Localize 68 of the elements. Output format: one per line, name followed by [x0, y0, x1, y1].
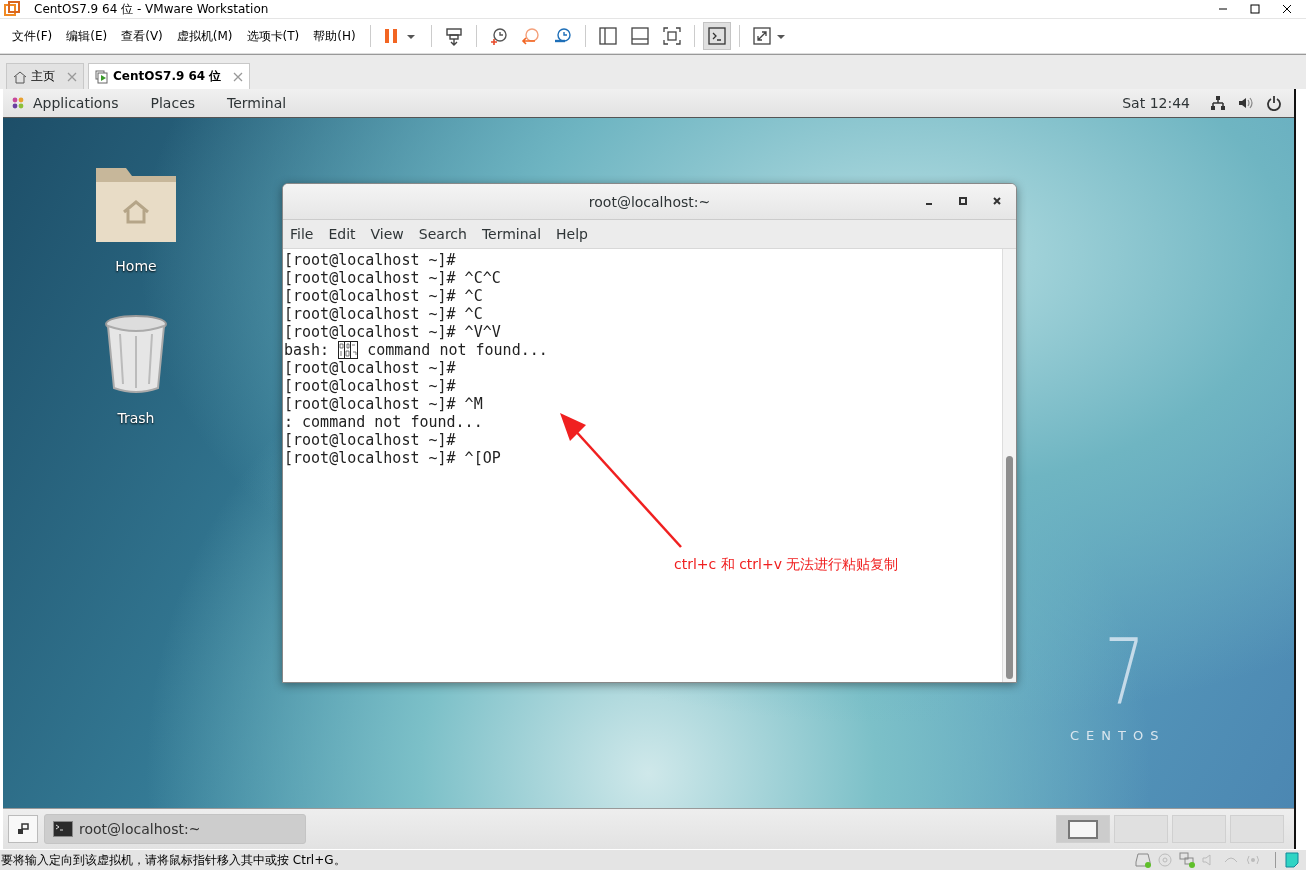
menu-item[interactable]: 虚拟机(M) — [170, 27, 239, 45]
taskbar-window-button[interactable]: root@localhost:~ — [44, 814, 306, 844]
fit-screen-icon — [661, 26, 682, 46]
status-message: 要将输入定向到该虚拟机，请将鼠标指针移入其中或按 Ctrl+G。 — [0, 851, 346, 869]
terminal-menu-item[interactable]: Edit — [328, 226, 356, 242]
terminal-title: root@localhost:~ — [588, 193, 711, 210]
annotation-text: ctrl+c 和 ctrl+v 无法进行粘贴复制 — [674, 556, 899, 574]
terminal-menu-item[interactable]: Help — [556, 226, 588, 242]
terminal-line: [root@localhost ~]# — [284, 359, 457, 377]
tab[interactable]: 主页 — [6, 63, 84, 89]
power-icon[interactable] — [1266, 95, 1282, 111]
show-desktop-button[interactable] — [8, 815, 38, 843]
keyboard-send-icon — [443, 26, 464, 46]
terminal-menu-item[interactable]: Terminal — [481, 226, 542, 242]
panel-menu[interactable]: Places — [150, 95, 196, 111]
clock-plus-icon — [488, 26, 509, 46]
terminal-menu-item[interactable]: Search — [418, 226, 467, 242]
applications-icon — [11, 96, 25, 110]
terminal-line: : command not found... — [284, 413, 484, 431]
terminal-line: [root@localhost ~]# ^C — [284, 287, 484, 305]
terminal-text: command not found... — [367, 341, 548, 359]
window-title: CentOS7.9 64 位 - VMware Workstation — [34, 0, 270, 18]
desktop-icon-label[interactable]: Home — [115, 258, 157, 274]
note-icon[interactable] — [1284, 852, 1300, 868]
menu-item[interactable]: 查看(V) — [115, 27, 169, 45]
terminal-line: [root@localhost ~]# — [284, 377, 457, 395]
unknown-glyph-icon — [338, 341, 359, 359]
terminal-line: [root@localhost ~]# — [284, 251, 457, 269]
menu-item[interactable]: 文件(F) — [6, 27, 59, 45]
close-icon[interactable] — [992, 196, 1002, 206]
terminal-line: [root@localhost ~]# ^V^V — [284, 323, 502, 341]
virtual-machine-icon — [95, 69, 109, 84]
clock-arrow-icon — [520, 26, 541, 46]
terminal-icon — [53, 821, 73, 837]
home-icon — [13, 69, 27, 84]
menu-item[interactable]: 编辑(E) — [60, 27, 114, 45]
menu-item[interactable]: 选项卡(T) — [240, 27, 306, 45]
clock[interactable]: Sat 12:44 — [1122, 95, 1190, 111]
desktop-icon-label[interactable]: Trash — [117, 410, 155, 426]
terminal-text: bash: — [284, 341, 330, 359]
network-icon[interactable] — [1210, 95, 1226, 111]
windows-icon — [16, 822, 30, 836]
panel-menu[interactable]: Applications — [33, 95, 119, 111]
console-button[interactable] — [702, 22, 731, 50]
terminal-line: [root@localhost ~]# ^M — [284, 395, 484, 413]
vmware-logo-icon — [4, 1, 20, 17]
scrollbar[interactable] — [1002, 249, 1016, 682]
terminal-line: [root@localhost ~]# ^C — [284, 305, 484, 323]
fullscreen-icon — [751, 26, 788, 46]
logo-number: 7 — [1104, 628, 1145, 718]
logo-name: CENTOS — [1070, 728, 1166, 743]
maximize-icon[interactable] — [1250, 4, 1260, 14]
workspace-button[interactable] — [1056, 815, 1110, 843]
terminal-menu-item[interactable]: View — [370, 226, 404, 242]
terminal-line: [root@localhost ~]# ^C^C — [284, 269, 502, 287]
terminal-line: [root@localhost ~]# — [284, 431, 457, 449]
sidebar-layout-icon — [597, 26, 618, 46]
console-icon — [706, 26, 727, 46]
volume-icon[interactable] — [1238, 95, 1254, 111]
panel-layout-icon — [629, 26, 650, 46]
maximize-icon[interactable] — [958, 196, 968, 206]
tab[interactable]: CentOS7.9 64 位 — [88, 63, 251, 89]
terminal-line: [root@localhost ~]# ^[OP — [284, 449, 502, 467]
menu-item[interactable]: 帮助(H) — [307, 27, 362, 45]
network-adapter-icon[interactable] — [1179, 852, 1195, 868]
close-icon[interactable] — [1282, 4, 1292, 14]
terminal-menu-item[interactable]: File — [290, 226, 314, 242]
panel-menu[interactable]: Terminal — [227, 95, 287, 111]
